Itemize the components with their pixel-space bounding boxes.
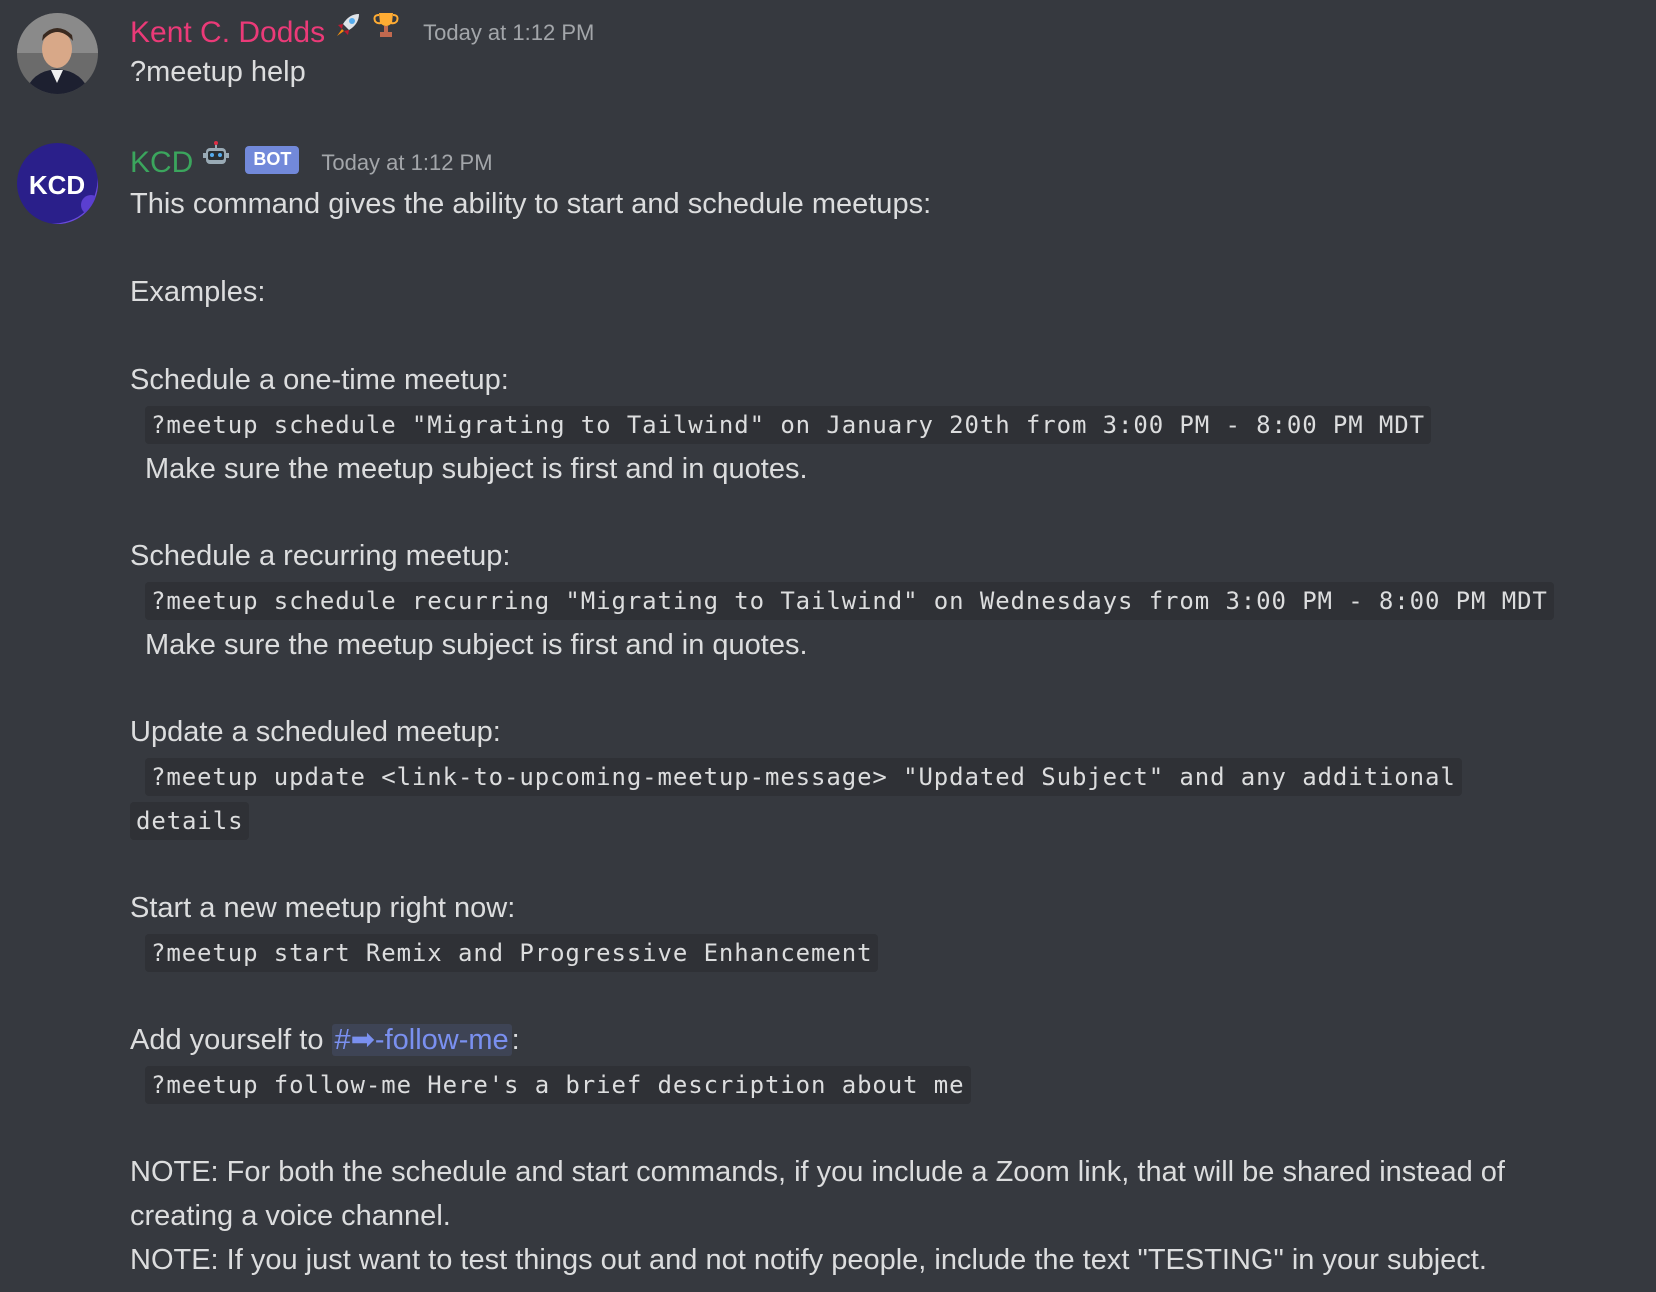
svg-text:KCD: KCD: [29, 170, 85, 200]
bot-tag: BOT: [245, 146, 300, 174]
chat-messages: Kent C. Dodds Today at 1:12 PM ?meetup h…: [0, 0, 1656, 1292]
section-title-start: Start a new meetup right now:: [130, 892, 516, 924]
section-title-update: Update a scheduled meetup:: [130, 716, 501, 748]
code-start: ?meetup start Remix and Progressive Enha…: [145, 934, 879, 972]
note-testing: NOTE: If you just want to test things ou…: [130, 1244, 1487, 1276]
username[interactable]: KCD: [130, 146, 193, 179]
intro-text: This command gives the ability to start …: [130, 188, 932, 220]
channel-mention-follow-me[interactable]: #➡-follow-me: [331, 1024, 512, 1056]
code-follow-me: ?meetup follow-me Here's a brief descrip…: [145, 1066, 971, 1104]
code-recurring: ?meetup schedule recurring "Migrating to…: [145, 582, 1554, 620]
examples-label: Examples:: [130, 276, 266, 308]
person-avatar-icon: [17, 13, 98, 94]
code-one-time: ?meetup schedule "Migrating to Tailwind"…: [145, 406, 1431, 444]
message-text: ?meetup help: [130, 56, 306, 88]
robot-icon: [201, 140, 231, 186]
avatar[interactable]: [17, 13, 98, 94]
code-update-line1: ?meetup update <link-to-upcoming-meetup-…: [145, 758, 1462, 796]
timestamp: Today at 1:12 PM: [321, 150, 493, 175]
follow-me-suffix: :: [511, 1024, 520, 1056]
note-zoom-line1: NOTE: For both the schedule and start co…: [130, 1156, 1505, 1188]
note-recurring: Make sure the meetup subject is first an…: [145, 629, 808, 661]
note-one-time: Make sure the meetup subject is first an…: [145, 453, 808, 485]
timestamp: Today at 1:12 PM: [423, 20, 595, 45]
trophy-icon: [371, 10, 401, 56]
message-header: KCD BOT Today at 1:12 PM: [130, 140, 493, 180]
follow-me-prefix: Add yourself to: [130, 1024, 332, 1056]
section-title-one-time: Schedule a one-time meetup:: [130, 364, 509, 396]
code-update-line2: details: [130, 802, 250, 840]
avatar[interactable]: KCD: [17, 143, 98, 224]
rocket-icon: [333, 10, 363, 56]
kcd-logo-icon: KCD: [17, 143, 98, 224]
section-title-recurring: Schedule a recurring meetup:: [130, 540, 511, 572]
note-zoom-line2: creating a voice channel.: [130, 1200, 451, 1232]
message-header: Kent C. Dodds Today at 1:12 PM: [130, 10, 594, 50]
section-title-follow-me: Add yourself to #➡-follow-me:: [130, 1020, 520, 1060]
username[interactable]: Kent C. Dodds: [130, 16, 325, 49]
